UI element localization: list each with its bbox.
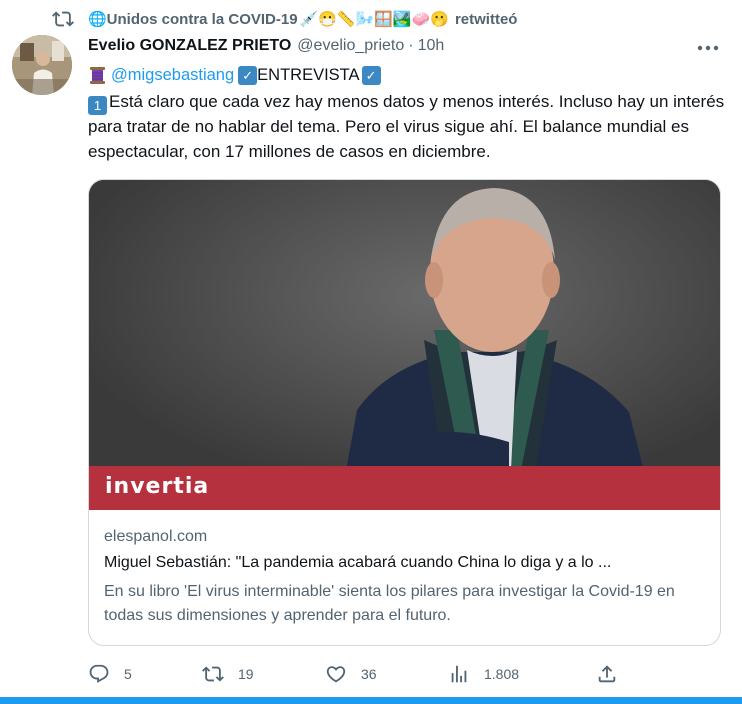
retweet-account-emojis: 💉😷📏🌬️🪟🏞️🧼🫢 <box>299 11 449 28</box>
interview-tag: ENTREVISTA <box>257 66 360 84</box>
brand-banner: invertia <box>89 466 720 510</box>
views-count: 1.808 <box>484 666 520 682</box>
bar-chart-icon <box>451 665 467 683</box>
retweet-action-icon <box>202 666 224 682</box>
retweet-context: 🌐Unidos contra la COVID-19 💉😷📏🌬️🪟🏞️🧼🫢 re… <box>52 8 517 30</box>
retweet-button[interactable]: 19 <box>202 662 254 686</box>
tweet-actions: 5 19 36 1.808 <box>88 662 728 688</box>
portrait-photo <box>89 180 720 510</box>
check-mark-icon: ✓ <box>238 66 258 85</box>
heart-icon <box>326 666 346 683</box>
brand-label: invertia <box>105 474 210 499</box>
author-name[interactable]: Evelio GONZALEZ PRIETO <box>88 37 291 55</box>
share-button[interactable] <box>596 662 618 686</box>
views-button[interactable]: 1.808 <box>448 662 519 686</box>
bottom-accent-bar <box>0 697 742 704</box>
link-preview-card[interactable]: invertia elespanol.com Miguel Sebastián:… <box>88 179 721 646</box>
check-mark-icon: ✓ <box>361 66 381 85</box>
tweet-text: 1 Está claro que cada vez hay menos datos… <box>88 90 728 164</box>
retweet-action-label: retwitteó <box>454 10 518 28</box>
more-options-icon[interactable] <box>696 40 720 56</box>
card-description: En su libro 'El virus interminable' sien… <box>104 583 675 624</box>
retweet-count: 19 <box>238 666 254 682</box>
retweet-icon <box>52 11 74 27</box>
keycap-one-icon: 1 <box>88 96 107 115</box>
card-image[interactable]: invertia <box>89 180 720 510</box>
like-count: 36 <box>361 666 377 682</box>
tweet-header: Evelio GONZALEZ PRIETO @evelio_prieto · … <box>88 37 444 55</box>
tweet[interactable]: 🌐Unidos contra la COVID-19 💉😷📏🌬️🪟🏞️🧼🫢 re… <box>0 0 742 700</box>
reply-button[interactable]: 5 <box>88 662 132 686</box>
card-domain: elespanol.com <box>104 528 208 545</box>
like-button[interactable]: 36 <box>325 662 377 686</box>
tweet-timestamp[interactable]: 10h <box>418 37 445 55</box>
share-icon <box>598 665 616 683</box>
reply-count: 5 <box>124 666 132 682</box>
retweet-account-name[interactable]: 🌐Unidos contra la COVID-19 <box>88 10 298 28</box>
avatar-photo <box>12 35 72 95</box>
thread-spool-icon <box>90 67 105 84</box>
separator-dot: · <box>408 37 414 54</box>
avatar[interactable] <box>12 35 72 95</box>
author-handle[interactable]: @evelio_prieto <box>297 37 404 55</box>
mention-link[interactable]: @migsebastiang <box>111 66 234 85</box>
reply-icon <box>89 664 109 683</box>
tweet-body: Está claro que cada vez hay menos datos … <box>88 92 725 161</box>
tweet-first-line: @migsebastiang ✓ ENTREVISTA ✓ <box>88 66 381 85</box>
card-title[interactable]: Miguel Sebastián: "La pandemia acabará c… <box>104 554 709 572</box>
